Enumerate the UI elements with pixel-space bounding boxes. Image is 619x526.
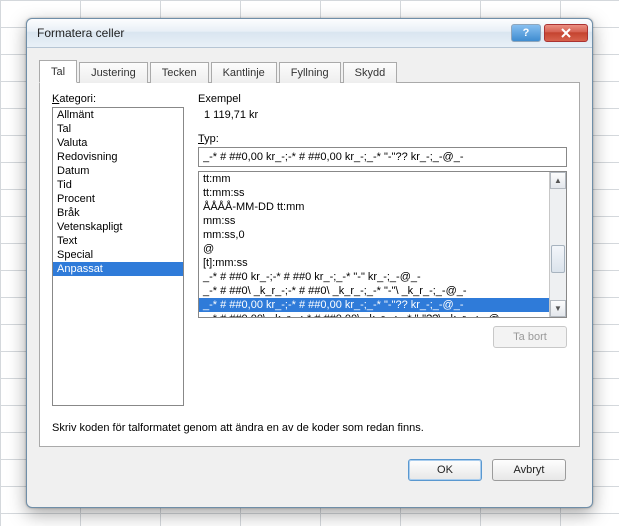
format-item[interactable]: _-* # ##0,00 kr_-;-* # ##0,00 kr_-;_-* "… bbox=[199, 298, 549, 312]
format-item[interactable]: mm:ss bbox=[199, 214, 549, 228]
category-item[interactable]: Allmänt bbox=[53, 108, 183, 122]
type-label: Typ: bbox=[198, 133, 567, 145]
tab-tecken[interactable]: Tecken bbox=[150, 62, 209, 83]
hint-text: Skriv koden för talformatet genom att än… bbox=[52, 422, 567, 434]
category-item[interactable]: Vetenskapligt bbox=[53, 220, 183, 234]
dialog-footer: OK Avbryt bbox=[39, 447, 580, 495]
tab-fyllning[interactable]: Fyllning bbox=[279, 62, 341, 83]
format-cells-dialog: Formatera celler ? TalJusteringTeckenKan… bbox=[26, 18, 593, 508]
category-item[interactable]: Anpassat bbox=[53, 262, 183, 276]
format-item[interactable]: [t]:mm:ss bbox=[199, 256, 549, 270]
format-item[interactable]: _-* # ##0\ _k_r_-;-* # ##0\ _k_r_-;_-* "… bbox=[199, 284, 549, 298]
sample-value: 1 119,71 kr bbox=[204, 109, 567, 121]
format-item[interactable]: _-* # ##0,00\ _k_r_-;-* # ##0,00\ _k_r_-… bbox=[199, 312, 549, 317]
type-input[interactable] bbox=[198, 147, 567, 167]
format-item[interactable]: ÅÅÅÅ-MM-DD tt:mm bbox=[199, 200, 549, 214]
category-label: Kategori: bbox=[52, 93, 184, 105]
format-item[interactable]: tt:mm bbox=[199, 172, 549, 186]
help-button[interactable]: ? bbox=[511, 24, 541, 42]
titlebar: Formatera celler ? bbox=[27, 19, 592, 48]
sample-label: Exempel bbox=[198, 93, 567, 105]
scroll-up-button[interactable]: ▲ bbox=[550, 172, 566, 189]
category-item[interactable]: Bråk bbox=[53, 206, 183, 220]
window-title: Formatera celler bbox=[37, 26, 508, 40]
format-item[interactable]: @ bbox=[199, 242, 549, 256]
category-item[interactable]: Procent bbox=[53, 192, 183, 206]
scroll-track[interactable] bbox=[550, 189, 566, 300]
category-listbox[interactable]: AllmäntTalValutaRedovisningDatumTidProce… bbox=[52, 107, 184, 406]
format-item[interactable]: _-* # ##0 kr_-;-* # ##0 kr_-;_-* "-" kr_… bbox=[199, 270, 549, 284]
category-item[interactable]: Text bbox=[53, 234, 183, 248]
category-item[interactable]: Special bbox=[53, 248, 183, 262]
category-item[interactable]: Redovisning bbox=[53, 150, 183, 164]
category-item[interactable]: Tal bbox=[53, 122, 183, 136]
tab-justering[interactable]: Justering bbox=[79, 62, 148, 83]
category-item[interactable]: Tid bbox=[53, 178, 183, 192]
category-item[interactable]: Valuta bbox=[53, 136, 183, 150]
tab-skydd[interactable]: Skydd bbox=[343, 62, 398, 83]
close-button[interactable] bbox=[544, 24, 588, 42]
scrollbar[interactable]: ▲ ▼ bbox=[549, 172, 566, 317]
tab-panel-number: Kategori: AllmäntTalValutaRedovisningDat… bbox=[39, 82, 580, 447]
close-icon bbox=[560, 28, 572, 38]
category-item[interactable]: Datum bbox=[53, 164, 183, 178]
ok-button[interactable]: OK bbox=[408, 459, 482, 481]
tab-kantlinje[interactable]: Kantlinje bbox=[211, 62, 277, 83]
cancel-button[interactable]: Avbryt bbox=[492, 459, 566, 481]
tab-tal[interactable]: Tal bbox=[39, 60, 77, 83]
client-area: TalJusteringTeckenKantlinjeFyllningSkydd… bbox=[27, 48, 592, 507]
format-listbox[interactable]: tt:mmtt:mm:ssÅÅÅÅ-MM-DD tt:mmmm:ssmm:ss,… bbox=[198, 171, 567, 318]
delete-button: Ta bort bbox=[493, 326, 567, 348]
scroll-thumb[interactable] bbox=[551, 245, 565, 273]
format-item[interactable]: mm:ss,0 bbox=[199, 228, 549, 242]
tabstrip: TalJusteringTeckenKantlinjeFyllningSkydd bbox=[39, 59, 580, 83]
format-item[interactable]: tt:mm:ss bbox=[199, 186, 549, 200]
scroll-down-button[interactable]: ▼ bbox=[550, 300, 566, 317]
